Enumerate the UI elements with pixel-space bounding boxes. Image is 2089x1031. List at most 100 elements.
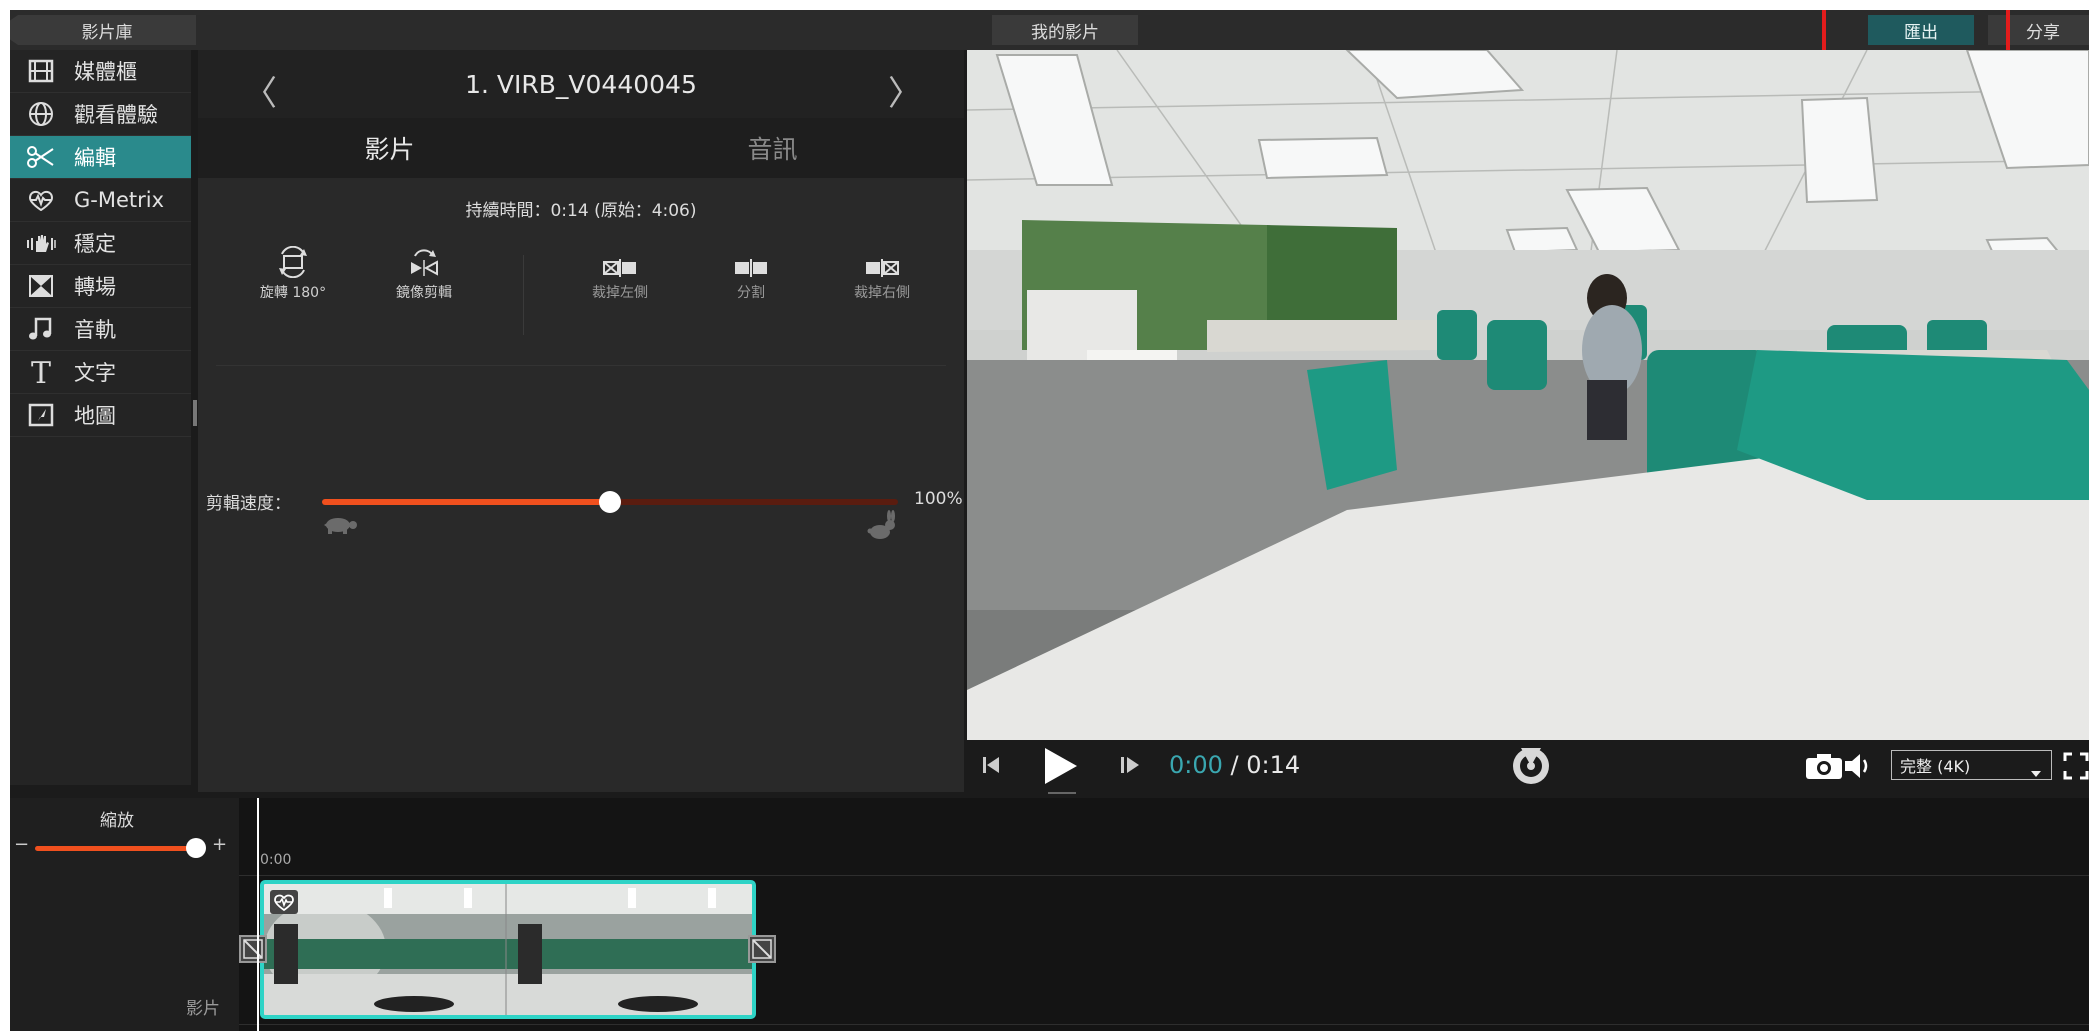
video-track-label: 影片 bbox=[186, 999, 220, 1019]
timeline-zoom-area: 縮放 − + 影片 bbox=[10, 798, 239, 1031]
current-time: 0:00 bbox=[1169, 751, 1223, 779]
sidebar-item-viewing[interactable]: 觀看體驗 bbox=[10, 93, 191, 136]
volume-icon[interactable] bbox=[1843, 752, 1875, 784]
timeline-timestamp: 0:00 bbox=[260, 852, 292, 868]
fullscreen-icon[interactable] bbox=[2063, 752, 2089, 784]
play-icon[interactable] bbox=[1041, 746, 1079, 790]
step-forward-icon[interactable] bbox=[1119, 754, 1141, 780]
step-back-icon[interactable] bbox=[981, 754, 1003, 780]
sidebar-item-label: 媒體櫃 bbox=[74, 60, 137, 84]
trim-left-label: 裁掉左側 bbox=[592, 285, 648, 301]
sidebar-item-text[interactable]: T 文字 bbox=[10, 351, 191, 394]
panel-divider bbox=[216, 365, 946, 366]
split-button[interactable]: 分割 bbox=[691, 240, 811, 302]
speed-slider-fill bbox=[322, 499, 610, 505]
player-controls: 0:00 / 0:14 完整 (4K) bbox=[967, 740, 2089, 792]
zoom-slider-knob[interactable] bbox=[186, 838, 206, 858]
previous-clip-arrow-icon[interactable]: 〈 bbox=[243, 66, 277, 115]
text-icon: T bbox=[26, 357, 56, 387]
speed-slider-knob[interactable] bbox=[599, 491, 621, 513]
sidebar-item-label: 觀看體驗 bbox=[74, 103, 158, 127]
tab-audio[interactable]: 音訊 bbox=[581, 118, 964, 178]
trim-right-label: 裁掉右側 bbox=[854, 285, 910, 301]
trim-left-icon bbox=[560, 240, 680, 278]
classroom-video-frame bbox=[967, 50, 2089, 740]
clip-thumbnails bbox=[264, 884, 752, 1015]
library-label: 影片庫 bbox=[81, 22, 133, 43]
turtle-icon bbox=[320, 515, 358, 539]
sidebar-item-label: G-Metrix bbox=[74, 188, 165, 212]
sidebar-item-stabilize[interactable]: 穩定 bbox=[10, 222, 191, 265]
edit-tabs: 影片 音訊 bbox=[198, 118, 964, 178]
sidebar-item-label: 地圖 bbox=[74, 404, 116, 428]
my-videos-label: 我的影片 bbox=[1031, 22, 1099, 43]
globe-icon bbox=[26, 99, 56, 129]
sidebar-item-label: 轉場 bbox=[74, 275, 116, 299]
zoom-plus-icon[interactable]: + bbox=[212, 834, 227, 855]
sidebar-item-gmetrix[interactable]: G-Metrix bbox=[10, 179, 191, 222]
dropdown-arrow-icon bbox=[2031, 762, 2041, 781]
rotate-180-button[interactable]: 旋轉 180° bbox=[233, 240, 353, 302]
stabilize-hand-icon bbox=[26, 228, 56, 258]
clip-title: 1. VIRB_V0440045 bbox=[465, 69, 697, 99]
speed-slider[interactable] bbox=[322, 491, 898, 513]
mirror-clip-button[interactable]: 鏡像剪輯 bbox=[364, 240, 484, 302]
quality-select[interactable]: 完整 (4K) bbox=[1891, 750, 2052, 780]
rotate-icon bbox=[233, 240, 353, 278]
svg-text:T: T bbox=[31, 358, 51, 386]
sidebar-item-media[interactable]: 媒體櫃 bbox=[10, 50, 191, 93]
trim-right-button[interactable]: 裁掉右側 bbox=[822, 240, 942, 302]
trim-right-icon bbox=[822, 240, 942, 278]
sidebar-resize-handle[interactable] bbox=[193, 400, 197, 426]
zoom-label: 縮放 bbox=[100, 811, 134, 831]
heartbeat-icon bbox=[26, 185, 56, 215]
sidebar-item-audio-track[interactable]: 音軌 bbox=[10, 308, 191, 351]
playhead[interactable] bbox=[257, 798, 259, 1031]
sidebar-item-label: 音軌 bbox=[74, 318, 116, 342]
split-icon bbox=[691, 240, 811, 278]
app-window: 影片庫 我的影片 匯出 分享 媒體櫃 觀看體驗 編輯 G-Metrix 穩定 轉… bbox=[10, 10, 2089, 1031]
view-direction-icon[interactable] bbox=[1511, 746, 1551, 790]
mirror-label: 鏡像剪輯 bbox=[396, 285, 452, 301]
zoom-minus-icon[interactable]: − bbox=[14, 834, 29, 855]
sidebar-item-transition[interactable]: 轉場 bbox=[10, 265, 191, 308]
edit-panel: 〈 1. VIRB_V0440045 〉 影片 音訊 持續時間：0:14 (原始… bbox=[198, 50, 964, 792]
music-note-icon bbox=[26, 314, 56, 344]
speed-label: 剪輯速度： bbox=[206, 494, 291, 514]
next-clip-arrow-icon[interactable]: 〉 bbox=[888, 66, 922, 115]
sidebar-item-map[interactable]: 地圖 bbox=[10, 394, 191, 437]
transition-icon bbox=[26, 271, 56, 301]
video-preview[interactable] bbox=[967, 50, 2089, 740]
tool-separator bbox=[523, 255, 524, 335]
share-label: 分享 bbox=[2026, 22, 2060, 43]
map-icon bbox=[26, 400, 56, 430]
zoom-slider[interactable] bbox=[35, 846, 193, 851]
rabbit-icon bbox=[866, 510, 898, 546]
sidebar: 媒體櫃 觀看體驗 編輯 G-Metrix 穩定 轉場 音軌 T 文字 地圖 bbox=[10, 50, 191, 785]
timeline[interactable]: 0:00 bbox=[239, 798, 2089, 1031]
tab-video[interactable]: 影片 bbox=[198, 118, 581, 178]
clip-duration-text: 持續時間：0:14 (原始：4:06) bbox=[465, 201, 697, 221]
ruler-divider bbox=[239, 875, 2089, 876]
mirror-icon bbox=[364, 240, 484, 278]
split-label: 分割 bbox=[737, 285, 765, 301]
trim-left-button[interactable]: 裁掉左側 bbox=[560, 240, 680, 302]
quality-value: 完整 (4K) bbox=[1900, 757, 1971, 776]
top-bar: 影片庫 我的影片 匯出 分享 bbox=[10, 10, 2089, 61]
total-time: / 0:14 bbox=[1222, 751, 1301, 779]
sidebar-item-edit[interactable]: 編輯 bbox=[10, 136, 191, 179]
track-divider bbox=[239, 1024, 2089, 1025]
camera-icon[interactable] bbox=[1805, 752, 1843, 784]
sidebar-item-label: 穩定 bbox=[74, 232, 116, 256]
clip-navigator: 〈 1. VIRB_V0440045 〉 bbox=[198, 50, 964, 118]
transition-in-icon[interactable] bbox=[239, 935, 267, 963]
transition-out-icon[interactable] bbox=[748, 935, 776, 963]
time-readout: 0:00 / 0:14 bbox=[1169, 751, 1300, 779]
my-videos-tab[interactable]: 我的影片 bbox=[992, 15, 1138, 45]
sidebar-item-label: 編輯 bbox=[74, 146, 116, 170]
video-clip[interactable] bbox=[260, 880, 756, 1019]
rotate-label: 旋轉 180° bbox=[259, 285, 327, 301]
library-back-button[interactable]: 影片庫 bbox=[10, 15, 196, 45]
film-icon bbox=[26, 56, 56, 86]
speed-value: 100% bbox=[914, 489, 963, 509]
